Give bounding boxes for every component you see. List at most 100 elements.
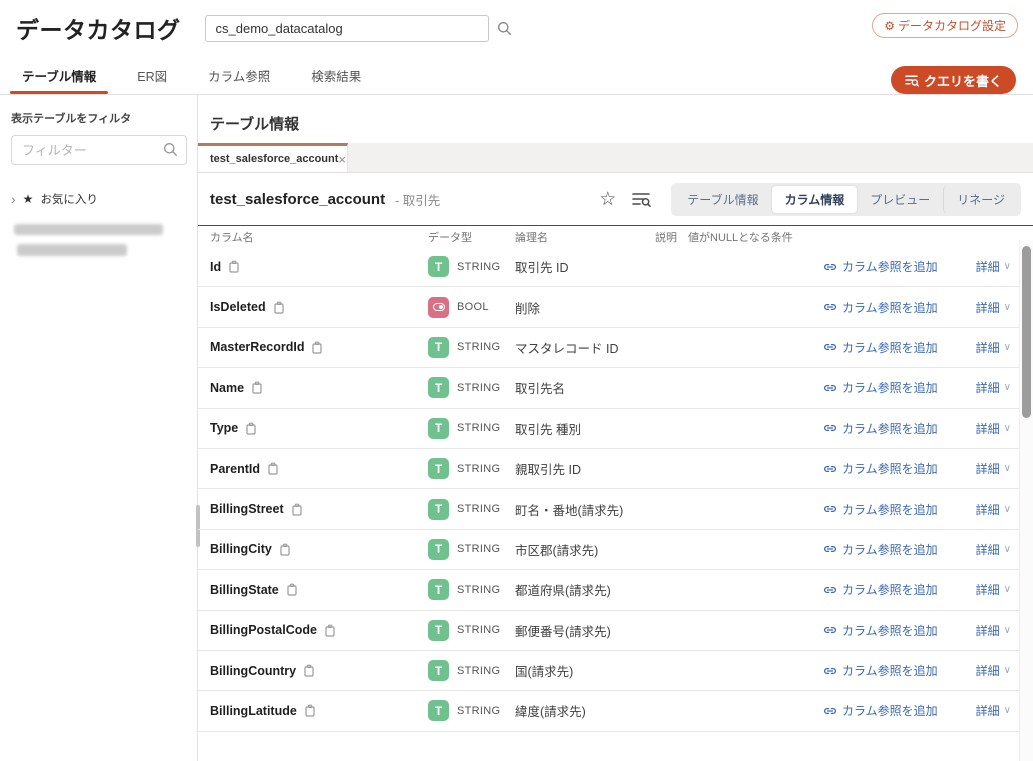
- table-title: test_salesforce_account: [210, 190, 386, 208]
- view-tab-preview[interactable]: プレビュー: [857, 186, 943, 213]
- details-dropdown[interactable]: 詳細 ∨: [976, 501, 1011, 518]
- details-dropdown[interactable]: 詳細 ∨: [976, 702, 1011, 719]
- document-tabstrip: test_salesforce_account ×: [198, 143, 1033, 173]
- details-dropdown[interactable]: 詳細 ∨: [976, 299, 1011, 316]
- string-type-icon: T: [428, 660, 449, 682]
- add-column-reference-link[interactable]: カラム参照を追加: [823, 299, 938, 316]
- tab-er-diagram[interactable]: ER図: [137, 56, 167, 94]
- column-row-BillingState: BillingState T STRING 都道府県(請求先) カラム参照を追加 詳細 ∨: [198, 570, 1033, 611]
- link-icon: [823, 423, 837, 433]
- column-row-IsDeleted: IsDeleted BOOL 削除 カラム参照を追加 詳細 ∨: [198, 287, 1033, 328]
- add-column-reference-link[interactable]: カラム参照を追加: [823, 460, 938, 477]
- logical-name: 取引先名: [515, 382, 566, 397]
- view-tab-column-info[interactable]: カラム情報: [771, 185, 858, 213]
- details-dropdown[interactable]: 詳細 ∨: [976, 258, 1011, 275]
- vertical-scrollbar-thumb[interactable]: [1022, 246, 1031, 418]
- add-column-reference-link[interactable]: カラム参照を追加: [823, 379, 938, 396]
- details-dropdown[interactable]: 詳細 ∨: [976, 622, 1011, 639]
- section-title: テーブル情報: [210, 116, 300, 133]
- copy-icon[interactable]: [286, 583, 298, 596]
- primary-tabbar: テーブル情報 ER図 カラム参照 検索結果 クエリを書く: [0, 56, 1033, 95]
- chevron-down-icon: ∨: [1003, 624, 1011, 636]
- list-search-icon[interactable]: [632, 191, 652, 207]
- vertical-scrollbar[interactable]: [1019, 240, 1033, 761]
- chevron-down-icon: ∨: [1003, 543, 1011, 555]
- filter-tables-label: 表示テーブルをフィルタ: [11, 113, 132, 125]
- link-icon: [823, 262, 837, 272]
- add-column-reference-link[interactable]: カラム参照を追加: [823, 258, 938, 275]
- add-column-reference-link[interactable]: カラム参照を追加: [823, 581, 938, 598]
- details-dropdown[interactable]: 詳細 ∨: [976, 339, 1011, 356]
- redacted-table-item[interactable]: [17, 244, 127, 256]
- chevron-right-icon: ›: [11, 191, 16, 207]
- type-label: STRING: [457, 583, 501, 596]
- favorites-group[interactable]: › ★ お気に入り: [11, 191, 186, 207]
- global-search-input[interactable]: [204, 14, 489, 42]
- copy-icon[interactable]: [303, 664, 315, 677]
- view-tab-lineage[interactable]: リネージ: [943, 185, 1018, 213]
- type-label: STRING: [457, 260, 501, 273]
- column-row-Id: Id T STRING 取引先 ID カラム参照を追加 詳細 ∨: [198, 247, 1033, 288]
- logical-name: 緯度(請求先): [515, 705, 586, 720]
- redacted-table-item[interactable]: [14, 224, 163, 235]
- tab-table-info[interactable]: テーブル情報: [9, 56, 109, 94]
- add-column-reference-link[interactable]: カラム参照を追加: [823, 541, 938, 558]
- table-filter-input[interactable]: [11, 135, 187, 165]
- add-column-reference-link[interactable]: カラム参照を追加: [823, 339, 938, 356]
- add-column-reference-link[interactable]: カラム参照を追加: [823, 622, 938, 639]
- copy-icon[interactable]: [228, 260, 240, 273]
- favorite-star-icon[interactable]: ☆: [599, 190, 616, 209]
- link-icon: [823, 706, 837, 716]
- logical-name: 国(請求先): [515, 665, 574, 680]
- main-panel: テーブル情報 test_salesforce_account × test_sa…: [198, 95, 1033, 761]
- column-row-BillingCity: BillingCity T STRING 市区郡(請求先) カラム参照を追加 詳細 ∨: [198, 530, 1033, 571]
- details-dropdown[interactable]: 詳細 ∨: [976, 460, 1011, 477]
- close-icon[interactable]: ×: [338, 153, 346, 166]
- details-dropdown[interactable]: 詳細 ∨: [976, 662, 1011, 679]
- column-row-BillingPostalCode: BillingPostalCode T STRING 郵便番号(請求先) カラム参照を追…: [198, 611, 1033, 651]
- add-column-reference-link[interactable]: カラム参照を追加: [823, 501, 938, 518]
- tab-search-results[interactable]: 検索結果: [311, 56, 361, 94]
- copy-icon[interactable]: [311, 341, 323, 354]
- column-name: Type: [210, 421, 239, 436]
- col-header-logical: 論理名: [515, 231, 548, 244]
- copy-icon[interactable]: [279, 543, 291, 556]
- string-type-icon: T: [428, 498, 449, 520]
- link-icon: [823, 302, 837, 312]
- details-dropdown[interactable]: 詳細 ∨: [976, 541, 1011, 558]
- doc-tab-test-salesforce-account[interactable]: test_salesforce_account ×: [198, 143, 348, 172]
- filter-search-icon: [163, 142, 178, 157]
- table-header-area: test_salesforce_account - 取引先 ☆ テーブル情報 カ…: [198, 173, 1033, 225]
- logical-name: マスタレコード ID: [515, 341, 619, 356]
- view-tab-table-info[interactable]: テーブル情報: [674, 186, 771, 213]
- col-header-name: カラム名: [210, 231, 254, 244]
- string-type-icon: T: [428, 336, 449, 358]
- copy-icon[interactable]: [245, 422, 257, 435]
- write-query-button[interactable]: クエリを書く: [890, 66, 1016, 94]
- details-dropdown[interactable]: 詳細 ∨: [976, 379, 1011, 396]
- copy-icon[interactable]: [273, 301, 285, 314]
- details-dropdown[interactable]: 詳細 ∨: [976, 581, 1011, 598]
- type-label: STRING: [457, 543, 501, 556]
- link-icon: [823, 585, 837, 595]
- search-icon[interactable]: [497, 21, 512, 36]
- copy-icon[interactable]: [267, 462, 279, 475]
- type-label: STRING: [457, 422, 501, 435]
- add-column-reference-link[interactable]: カラム参照を追加: [823, 420, 938, 437]
- details-dropdown[interactable]: 詳細 ∨: [976, 420, 1011, 437]
- copy-icon[interactable]: [324, 624, 336, 637]
- catalog-settings-button[interactable]: ⚙ データカタログ設定: [872, 13, 1018, 38]
- string-type-icon: T: [428, 458, 449, 480]
- copy-icon[interactable]: [251, 381, 263, 394]
- tab-column-reference[interactable]: カラム参照: [208, 56, 270, 94]
- type-label: STRING: [457, 462, 501, 475]
- column-name: IsDeleted: [210, 300, 266, 315]
- add-column-reference-link[interactable]: カラム参照を追加: [823, 662, 938, 679]
- column-row-BillingStreet: BillingStreet T STRING 町名・番地(請求先) カラム参照を追加 詳細…: [198, 489, 1033, 530]
- copy-icon[interactable]: [304, 704, 316, 718]
- add-column-reference-link[interactable]: カラム参照を追加: [823, 702, 938, 719]
- link-icon: [823, 342, 837, 352]
- link-icon: [823, 464, 837, 474]
- column-name: ParentId: [210, 461, 261, 476]
- copy-icon[interactable]: [291, 503, 303, 516]
